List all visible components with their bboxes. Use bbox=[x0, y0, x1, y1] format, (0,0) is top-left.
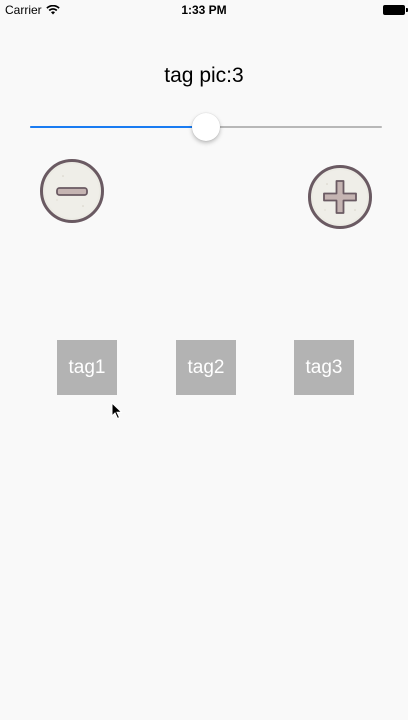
slider-thumb[interactable] bbox=[192, 113, 220, 141]
minus-icon bbox=[45, 164, 99, 218]
status-time: 1:33 PM bbox=[181, 3, 227, 17]
app-screen: Carrier 1:33 PM tag pic:3 tag1 tag2 tag3 bbox=[0, 0, 408, 720]
status-bar: Carrier 1:33 PM bbox=[0, 0, 408, 20]
decrease-button[interactable] bbox=[40, 159, 104, 223]
tag-list: tag1 tag2 tag3 bbox=[0, 340, 408, 395]
plus-icon bbox=[313, 170, 367, 224]
tag-item[interactable]: tag2 bbox=[176, 340, 236, 395]
increase-button[interactable] bbox=[308, 165, 372, 229]
slider-fill bbox=[30, 126, 206, 128]
tag-count-slider[interactable] bbox=[30, 112, 382, 142]
battery-icon bbox=[383, 5, 408, 15]
page-title: tag pic:3 bbox=[164, 64, 244, 87]
tag-item[interactable]: tag1 bbox=[57, 340, 117, 395]
mouse-pointer-icon bbox=[111, 402, 123, 420]
tag-item[interactable]: tag3 bbox=[294, 340, 354, 395]
